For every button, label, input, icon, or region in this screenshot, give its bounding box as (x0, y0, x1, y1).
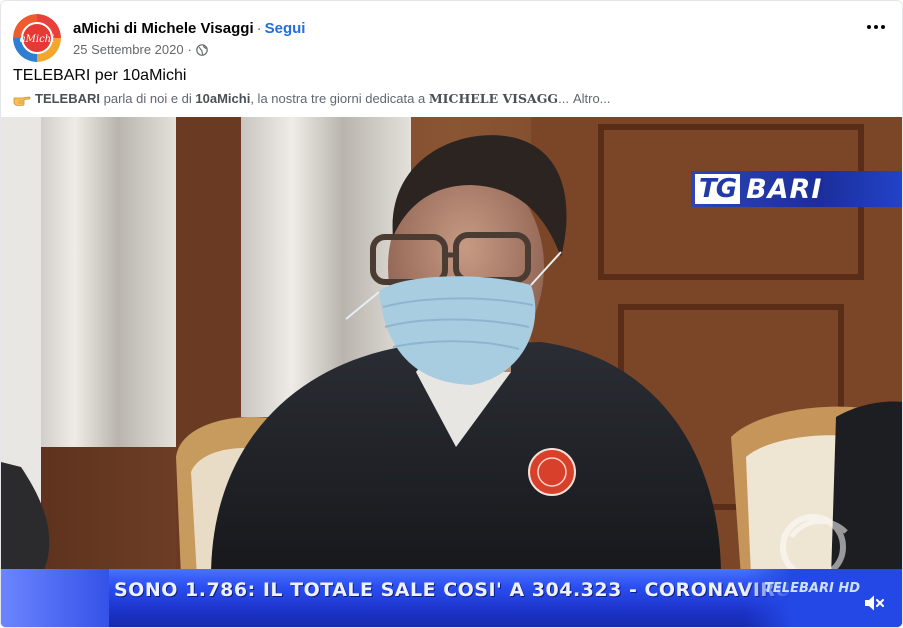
channel-logo-bari: BARI (746, 173, 823, 205)
post-meta: 25 Settembre 2020 · (73, 42, 208, 57)
see-more-link[interactable]: Altro... (573, 91, 611, 106)
post-title: TELEBARI per 10aMichi (13, 67, 187, 84)
pointing-hand-icon (13, 96, 31, 106)
post-card: aMichi aMichi di Michele Visaggi · Segui 2… (0, 0, 903, 628)
avatar-text: aMichi (20, 34, 55, 45)
ticker-brand: TELEBARI HD (764, 581, 860, 596)
page-avatar[interactable]: aMichi (13, 14, 61, 62)
news-ticker: SONO 1.786: IL TOTALE SALE COSI' A 304.3… (1, 569, 902, 627)
text-ellipsis: ... (558, 91, 569, 106)
post-date-link[interactable]: 25 Settembre 2020 (73, 42, 184, 57)
text-fragment: parla di noi e di (100, 91, 196, 106)
volume-muted-icon[interactable] (864, 594, 884, 612)
post-text: TELEBARI parla di noi e di 10aMichi , la… (13, 91, 611, 106)
post-header-line: aMichi di Michele Visaggi · Segui (73, 20, 305, 37)
page-name-link[interactable]: aMichi di Michele Visaggi (73, 20, 254, 37)
text-fragment: , la nostra tre giorni dedicata a (250, 91, 429, 106)
tg-bari-channel-logo: TG BARI (691, 171, 902, 207)
text-telebari: TELEBARI (35, 91, 100, 106)
header-separator: · (256, 20, 262, 37)
meta-separator: · (187, 42, 192, 57)
channel-logo-tg: TG (695, 174, 741, 204)
more-options-icon (867, 25, 871, 29)
ticker-left-panel (1, 569, 109, 627)
video-player[interactable]: TG BARI SONO 1.786: IL TOTALE SALE COSI'… (1, 117, 902, 627)
more-options-button[interactable] (864, 17, 888, 37)
text-michele-visaggi: MICHELE VISAGG (428, 91, 559, 106)
globe-icon[interactable] (196, 43, 208, 56)
text-10amichi: 10aMichi (195, 91, 251, 106)
amichi-logo-icon: aMichi (13, 14, 61, 62)
ticker-text: SONO 1.786: IL TOTALE SALE COSI' A 304.3… (114, 579, 792, 601)
follow-button[interactable]: Segui (265, 20, 306, 37)
